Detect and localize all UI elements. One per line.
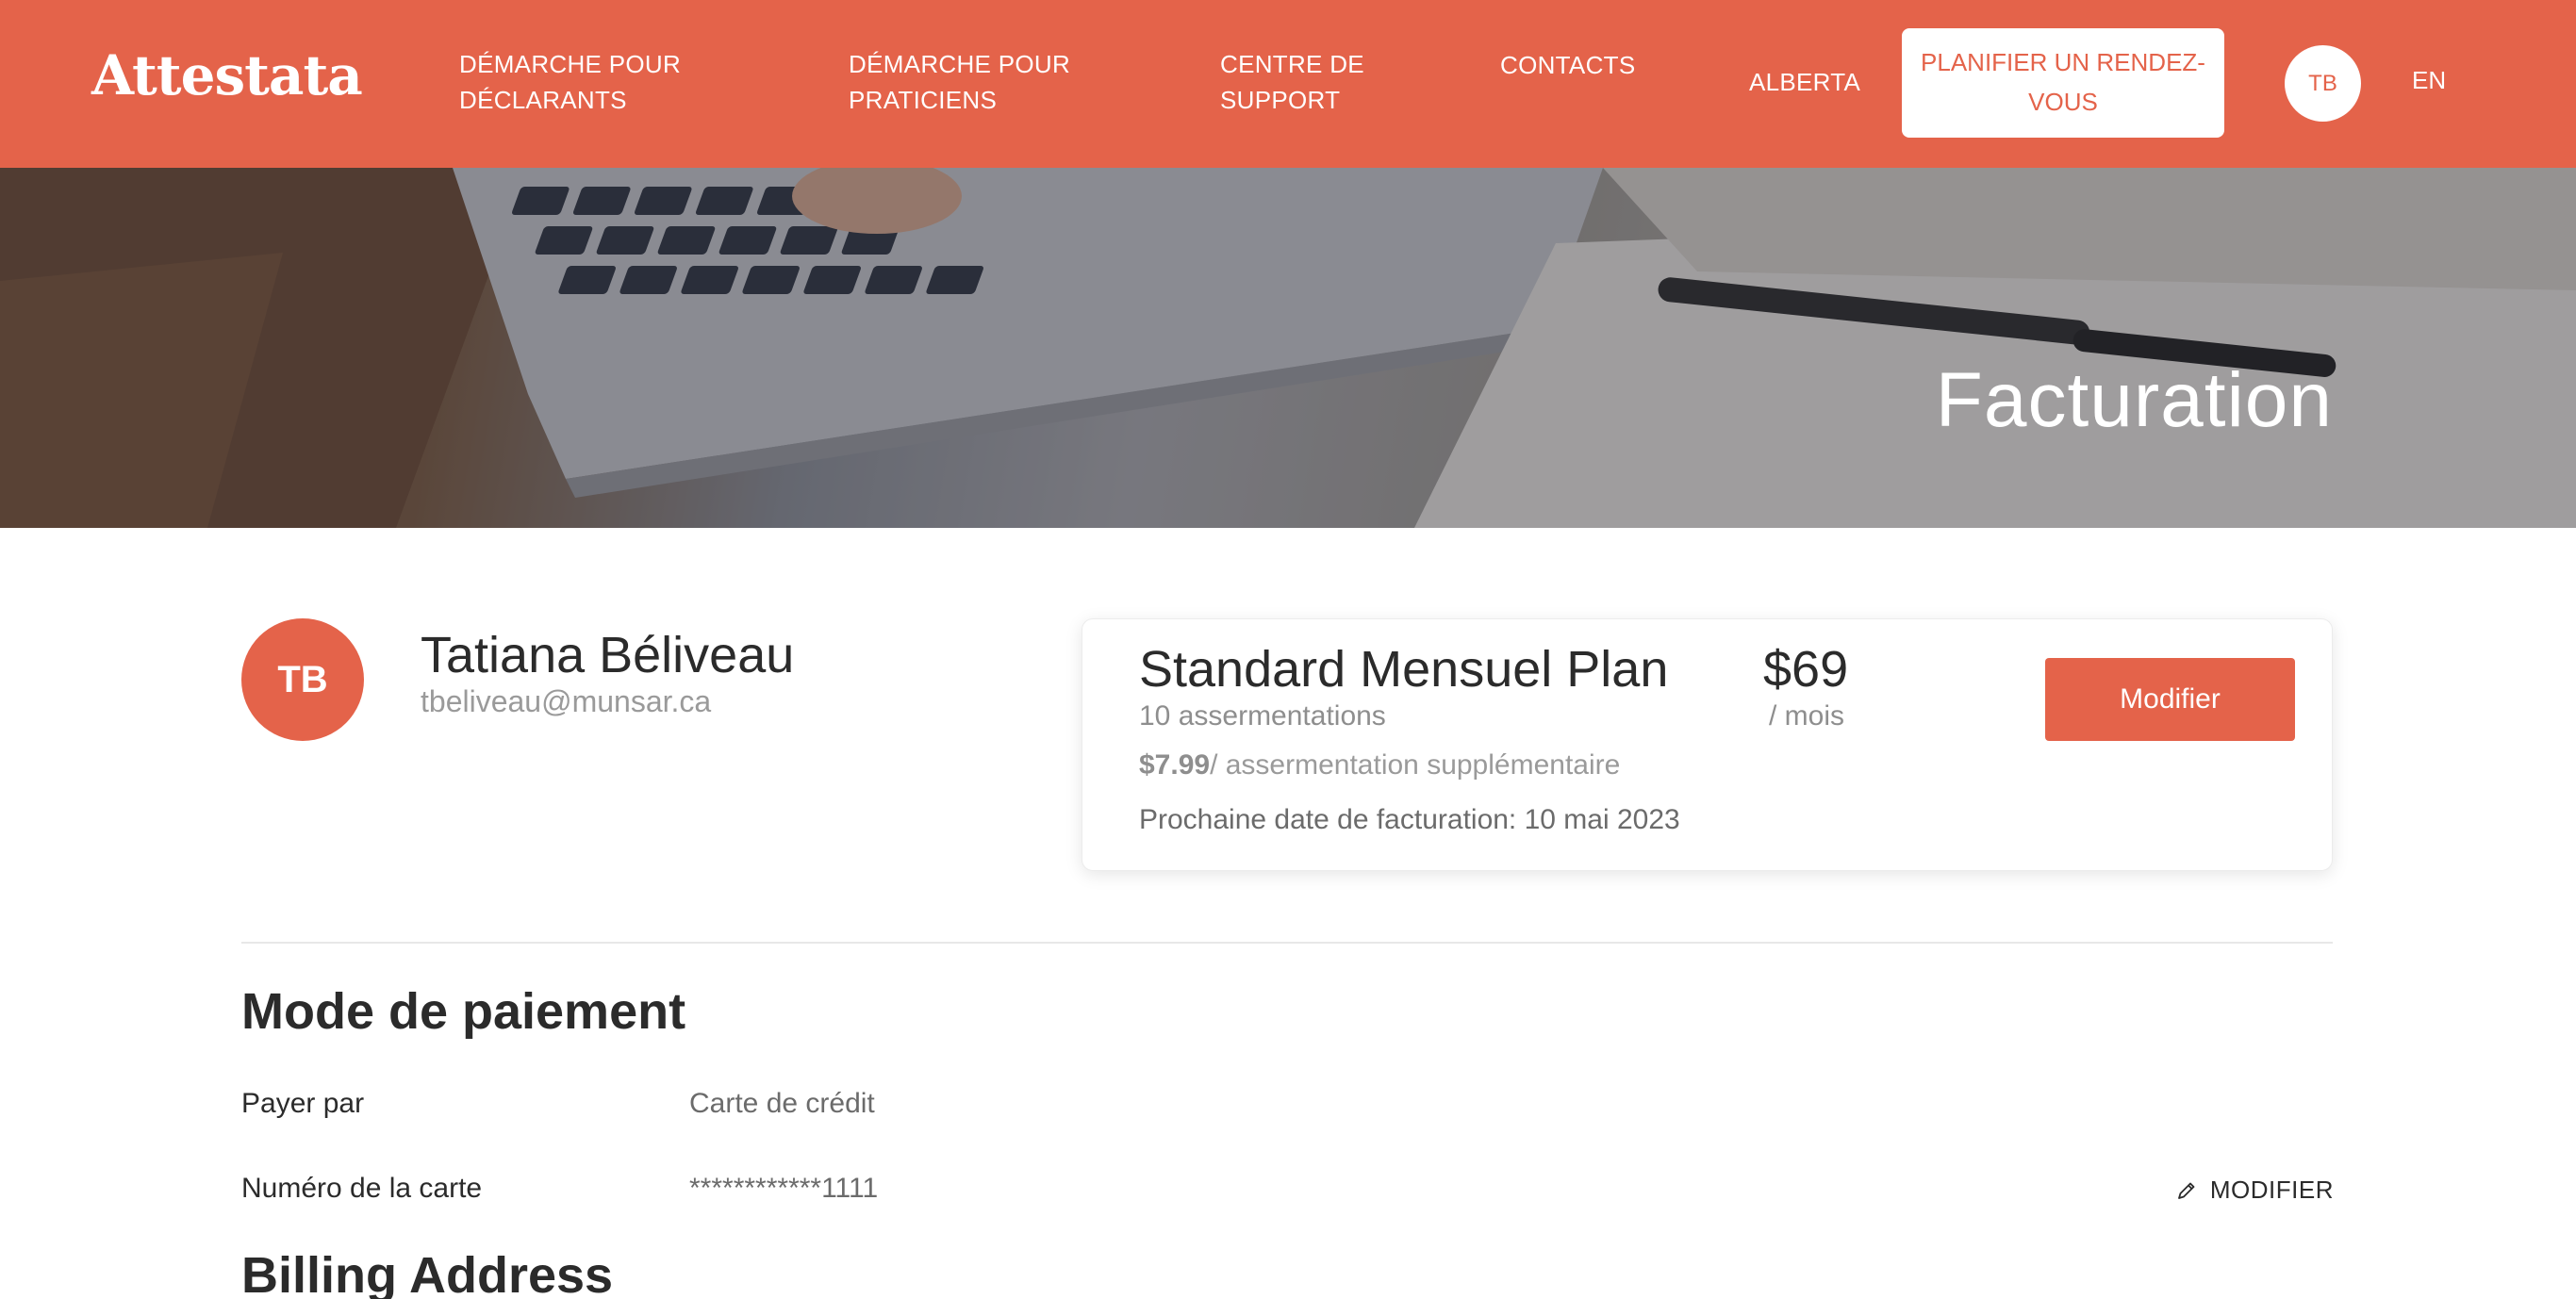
pay-by-label: Payer par: [241, 1088, 365, 1119]
subscription-plan-card: Standard Mensuel Plan 10 assermentations…: [1082, 618, 2333, 871]
user-avatar-menu[interactable]: TB: [2285, 45, 2361, 122]
nav-link-support-center[interactable]: CENTRE DE SUPPORT: [1220, 46, 1409, 118]
extra-label: / assermentation supplémentaire: [1210, 749, 1621, 781]
language-toggle[interactable]: EN: [2412, 66, 2446, 95]
pay-by-value: Carte de crédit: [689, 1088, 875, 1119]
nav-link-contacts[interactable]: CONTACTS: [1500, 47, 1635, 83]
user-email: tbeliveau@munsar.ca: [421, 684, 712, 718]
modify-payment-label: MODIFIER: [2209, 1176, 2334, 1204]
billing-address-heading: Billing Address: [241, 1247, 614, 1299]
payment-method-heading: Mode de paiement: [241, 983, 686, 1040]
province-selector[interactable]: ALBERTA: [1749, 64, 1860, 100]
profile-avatar: TB: [241, 618, 364, 741]
hero-overlay: [0, 168, 2576, 528]
modify-plan-button[interactable]: Modifier: [2045, 658, 2295, 741]
next-billing-date: Prochaine date de facturation: 10 mai 20…: [1139, 804, 1680, 835]
book-appointment-button[interactable]: PLANIFIER UN RENDEZ-VOUS: [1902, 28, 2224, 138]
nav-link-declarants[interactable]: DÉMARCHE POUR DÉCLARANTS: [459, 46, 704, 118]
card-number-value: ************1111: [689, 1173, 879, 1204]
top-navigation-bar: Attestata DÉMARCHE POUR DÉCLARANTS DÉMAR…: [0, 0, 2576, 168]
user-name: Tatiana Béliveau: [421, 627, 795, 683]
page-title: Facturation: [1935, 357, 2333, 443]
plan-extra-cost: $7.99/ assermentation supplémentaire: [1139, 749, 1620, 781]
plan-name: Standard Mensuel Plan: [1139, 641, 1669, 698]
card-number-label: Numéro de la carte: [241, 1173, 483, 1204]
section-divider: [241, 942, 2333, 944]
pencil-icon: [2177, 1182, 2195, 1199]
extra-price: $7.99: [1139, 749, 1211, 781]
attestata-logo[interactable]: Attestata: [91, 43, 363, 107]
modify-payment-link[interactable]: MODIFIER: [2176, 1176, 2334, 1205]
plan-period: / mois: [1769, 700, 1845, 732]
nav-link-praticiens[interactable]: DÉMARCHE POUR PRATICIENS: [849, 46, 1094, 118]
hero-banner: Facturation: [0, 168, 2576, 528]
plan-quota: 10 assermentations: [1139, 700, 1386, 732]
plan-price: $69: [1763, 641, 1849, 698]
